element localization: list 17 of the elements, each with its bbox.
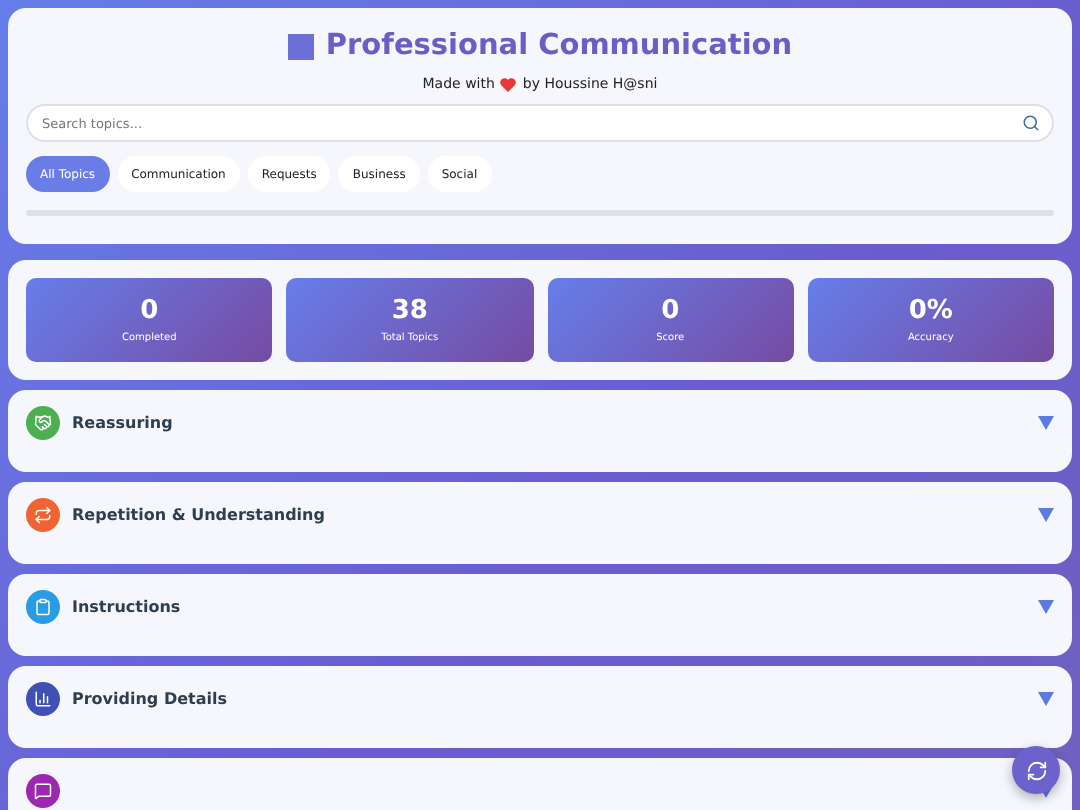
topic-card[interactable]: Reassuring (8, 390, 1072, 472)
topic-title: Instructions (72, 596, 183, 620)
stat-value: 0% (908, 297, 953, 323)
topic-card[interactable]: Providing Details (8, 666, 1072, 748)
topic-title: Providing Details (72, 688, 229, 712)
stat-value: 38 (391, 297, 428, 323)
stat-value: 0 (661, 297, 680, 323)
app-title: Professional Communication (325, 30, 793, 62)
stat-value: 0 (140, 297, 159, 323)
refresh-icon (1025, 759, 1047, 781)
search-icon (1022, 114, 1040, 132)
topic-card[interactable]: Repetition & Understanding (8, 482, 1072, 564)
topic-card[interactable]: Instructions (8, 574, 1072, 656)
heart-icon (500, 77, 517, 91)
topic-title: Reassuring (72, 412, 175, 436)
topic-title: Repetition & Understanding (72, 504, 327, 528)
square-icon (287, 33, 314, 59)
